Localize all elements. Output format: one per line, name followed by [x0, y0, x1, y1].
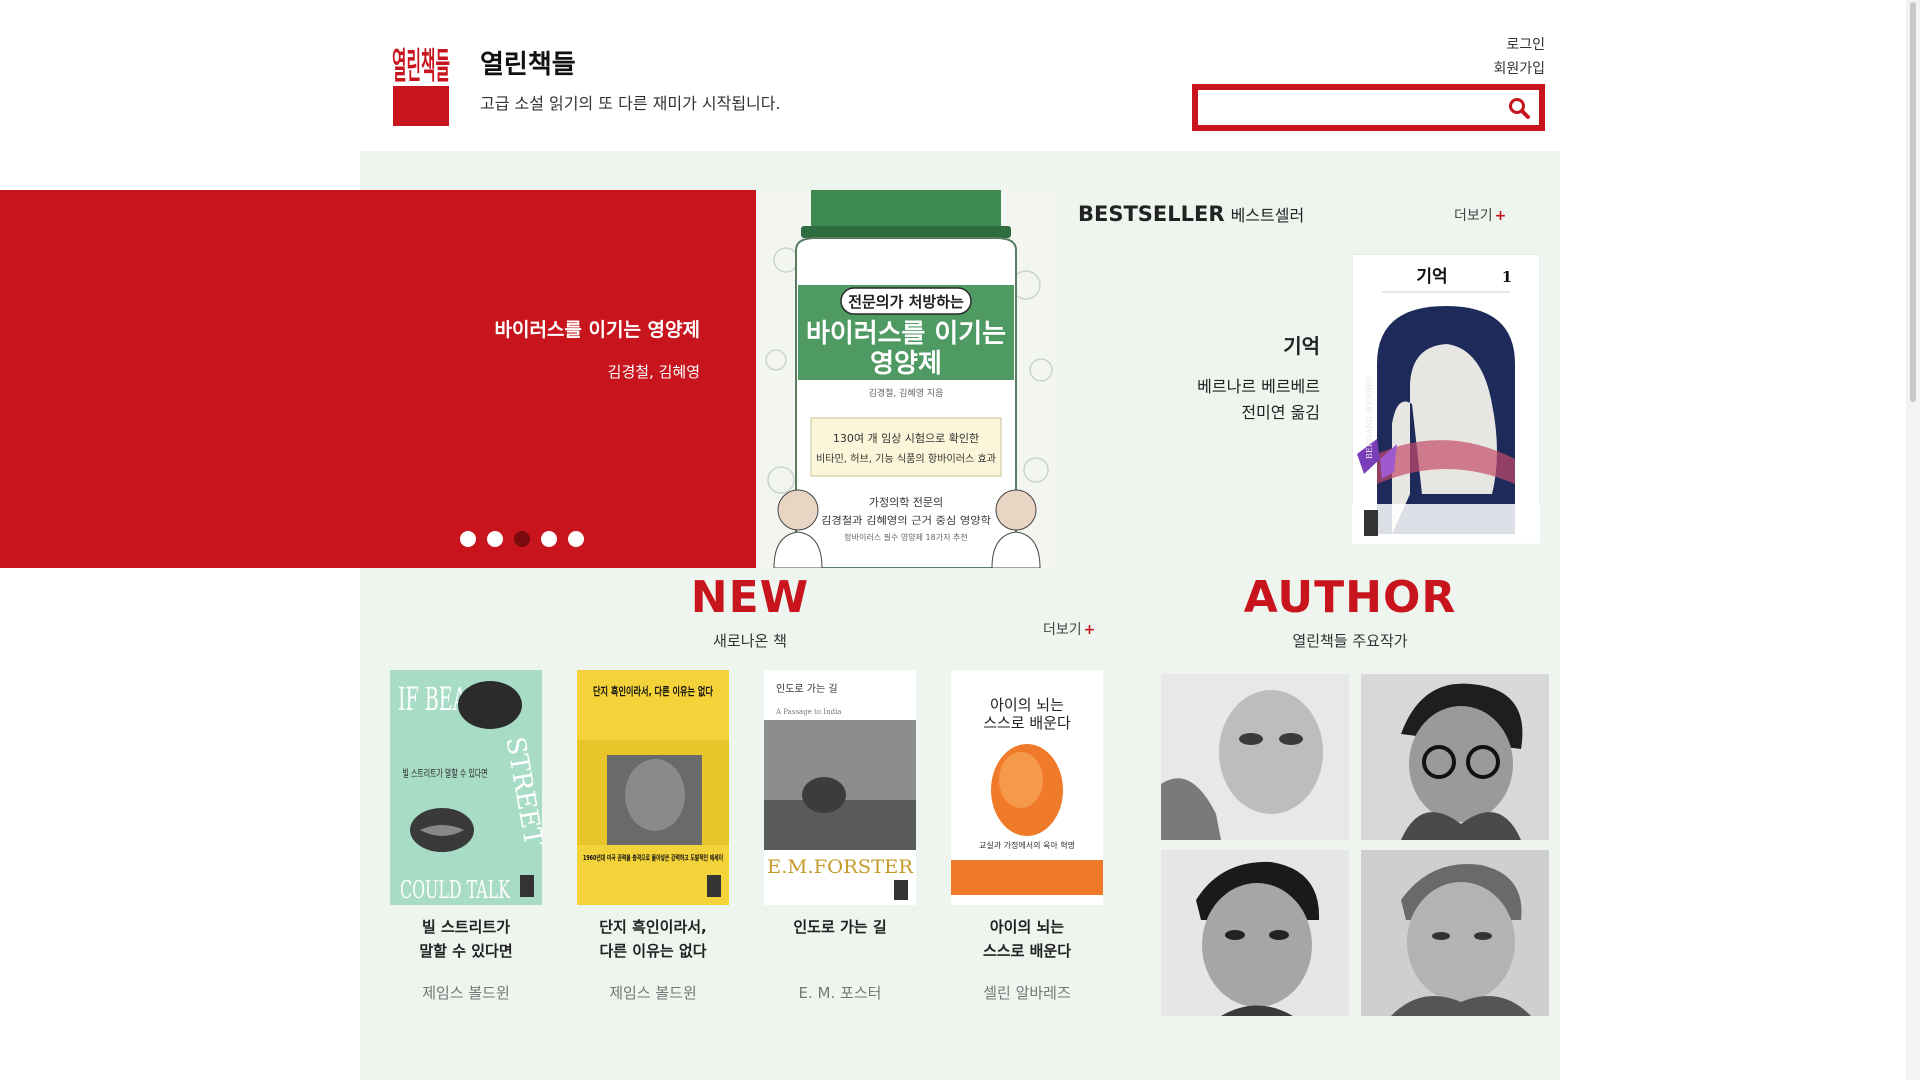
page-scrollbar[interactable]: [1906, 0, 1920, 1080]
carousel-dots: [460, 531, 584, 547]
search-icon[interactable]: [1505, 94, 1533, 122]
bs-cover-spine: BERNARD WERBER: [1365, 375, 1374, 459]
login-link[interactable]: 로그인: [1506, 34, 1545, 54]
bestseller-more-link[interactable]: 더보기 +: [1454, 205, 1506, 225]
cover-ko-title-line2: 스스로 배운다: [983, 714, 1071, 732]
book-title-line2: 스스로 배운다: [982, 942, 1072, 960]
bestseller-heading: BESTSELLER 베스트셀러: [1078, 202, 1304, 226]
cover-text: COULD TALK: [400, 876, 511, 904]
book-cover[interactable]: 인도로 가는 길 A Passage to India E.M.FORSTER: [764, 670, 916, 905]
book-title: 인도로 가는 길: [764, 915, 916, 939]
book-author: E. M. 포스터: [798, 984, 882, 1002]
plus-icon: +: [1494, 208, 1507, 224]
author-photo[interactable]: [1361, 850, 1549, 1016]
book-cover[interactable]: 단지 흑인이라서, 다른 이유는 없다 1960년대 미국 권력을 충격으로 몰…: [577, 670, 729, 905]
new-more-link[interactable]: 더보기 +: [1043, 619, 1095, 639]
cover-title-line2: 영양제: [870, 349, 942, 379]
cover-ko-title: 빌 스트리트가 말할 수 있다면: [403, 768, 488, 780]
new-subheading: 새로나온 책: [713, 632, 787, 650]
cover-bottom-line1: 가정의학 전문의: [869, 496, 943, 509]
cover-bottom-line3: 항바이러스 필수 영양제 18가지 추천: [844, 532, 967, 542]
new-heading: NEW: [690, 572, 810, 623]
plus-icon: +: [1083, 622, 1096, 638]
book-author: 제임스 볼드윈: [422, 984, 510, 1002]
cover-ko-title: 단지 흑인이라서, 다른 이유는 없다: [593, 684, 714, 698]
more-label: 더보기: [1454, 208, 1493, 224]
book-title: 단지 흑인이라서, 다른 이유는 없다: [577, 915, 729, 963]
book-title: 아이의 뇌는스스로 배운다: [951, 915, 1103, 963]
more-label: 더보기: [1043, 622, 1082, 638]
cover-authors: 김경철, 김혜영 지음: [869, 387, 944, 399]
new-book-card[interactable]: IF BEALE STREET 빌 스트리트가 말할 수 있다면 COULD T…: [390, 670, 542, 1002]
book-title-line1: 단지 흑인이라서,: [599, 918, 707, 936]
book-cover[interactable]: 아이의 뇌는 스스로 배운다 교실과 가정에서의 육아 혁명: [951, 670, 1103, 905]
hero-author: 김경철, 김혜영: [607, 363, 700, 381]
scrollbar-thumb[interactable]: [1910, 2, 1916, 402]
book-title-line2: 말할 수 있다면: [419, 942, 513, 960]
bs-cover-title: 기억: [1416, 267, 1447, 287]
carousel-dot-1[interactable]: [460, 531, 476, 547]
book-title-line1: 빌 스트리트가: [421, 918, 511, 936]
hero-title[interactable]: 바이러스를 이기는 영양제: [360, 315, 700, 342]
cover-note: 1960년대 미국 권력을 충격으로 몰아넣은 강력하고 도발적인 에세이: [583, 853, 723, 862]
bestseller-author-line1: 베르나르 베르베르: [1197, 377, 1320, 396]
new-book-card[interactable]: 아이의 뇌는 스스로 배운다 교실과 가정에서의 육아 혁명 아이의 뇌는 스스로…: [951, 670, 1103, 1002]
author-subheading: 열린책들 주요작가: [1292, 632, 1408, 650]
cover-box-line1: 130여 개 임상 시험으로 확인한: [833, 432, 979, 445]
cover-author-name: E.M.FORSTER: [767, 856, 914, 878]
hero-book-cover[interactable]: 전문의가 처방하는 바이러스를 이기는 영양제 김경철, 김혜영 지음 130여…: [756, 190, 1056, 568]
bestseller-heading-ko: 베스트셀러: [1230, 206, 1305, 225]
book-cover[interactable]: IF BEALE STREET 빌 스트리트가 말할 수 있다면 COULD T…: [390, 670, 542, 905]
brand-name[interactable]: 열린책들: [480, 44, 576, 81]
bestseller-heading-en: BESTSELLER: [1078, 202, 1225, 226]
cover-ko-title: 인도로 가는 길: [776, 682, 838, 695]
book-title-line1: 아이의 뇌는: [989, 918, 1065, 936]
cover-note: 교실과 가정에서의 육아 혁명: [979, 840, 1075, 850]
brand-logo[interactable]: 열린책들: [391, 34, 451, 129]
new-book-card[interactable]: 단지 흑인이라서, 다른 이유는 없다 1960년대 미국 권력을 충격으로 몰…: [577, 670, 729, 1002]
book-author: 셀린 알바레즈: [983, 984, 1071, 1002]
cover-ko-title-line1: 아이의 뇌는: [990, 696, 1064, 714]
author-photo[interactable]: [1161, 850, 1349, 1016]
carousel-dot-4[interactable]: [541, 531, 557, 547]
bestseller-author-line2: 전미연 옮김: [1241, 403, 1320, 422]
author-photo[interactable]: [1361, 674, 1549, 840]
bestseller-book-title[interactable]: 기억: [1160, 330, 1320, 359]
book-title: 빌 스트리트가말할 수 있다면: [390, 915, 542, 963]
tagline: 고급 소설 읽기의 또 다른 재미가 시작됩니다.: [480, 94, 781, 113]
carousel-dot-3[interactable]: [514, 531, 530, 547]
new-book-card[interactable]: 인도로 가는 길 A Passage to India E.M.FORSTER …: [764, 670, 916, 1002]
search-box: [1192, 84, 1545, 131]
author-photo[interactable]: [1161, 674, 1349, 840]
cover-bottom-line2: 김경철과 김혜영의 근거 중심 영양학: [821, 514, 991, 527]
signup-link[interactable]: 회원가입: [1493, 58, 1545, 78]
bs-cover-volume: 1: [1502, 268, 1512, 286]
search-input[interactable]: [1206, 96, 1500, 122]
book-title-line2: 다른 이유는 없다: [599, 942, 707, 960]
cover-title-line1: 바이러스를 이기는: [806, 319, 1006, 349]
carousel-dot-2[interactable]: [487, 531, 503, 547]
cover-box-line2: 비타민, 허브, 기능 식품의 항바이러스 효과: [816, 453, 996, 465]
bestseller-book-author: 베르나르 베르베르 전미연 옮김: [1100, 374, 1320, 426]
book-author: 제임스 볼드윈: [609, 984, 697, 1002]
cover-en-title: A Passage to India: [775, 708, 841, 716]
book-title-line1: 인도로 가는 길: [793, 918, 887, 936]
carousel-dot-5[interactable]: [568, 531, 584, 547]
cover-badge: 전문의가 처방하는: [848, 293, 964, 311]
author-heading: AUTHOR: [1243, 572, 1457, 623]
logo-text-top: 열린책들: [392, 46, 450, 87]
bestseller-book-cover[interactable]: 기억 1 BERNARD WERBER: [1352, 254, 1540, 544]
